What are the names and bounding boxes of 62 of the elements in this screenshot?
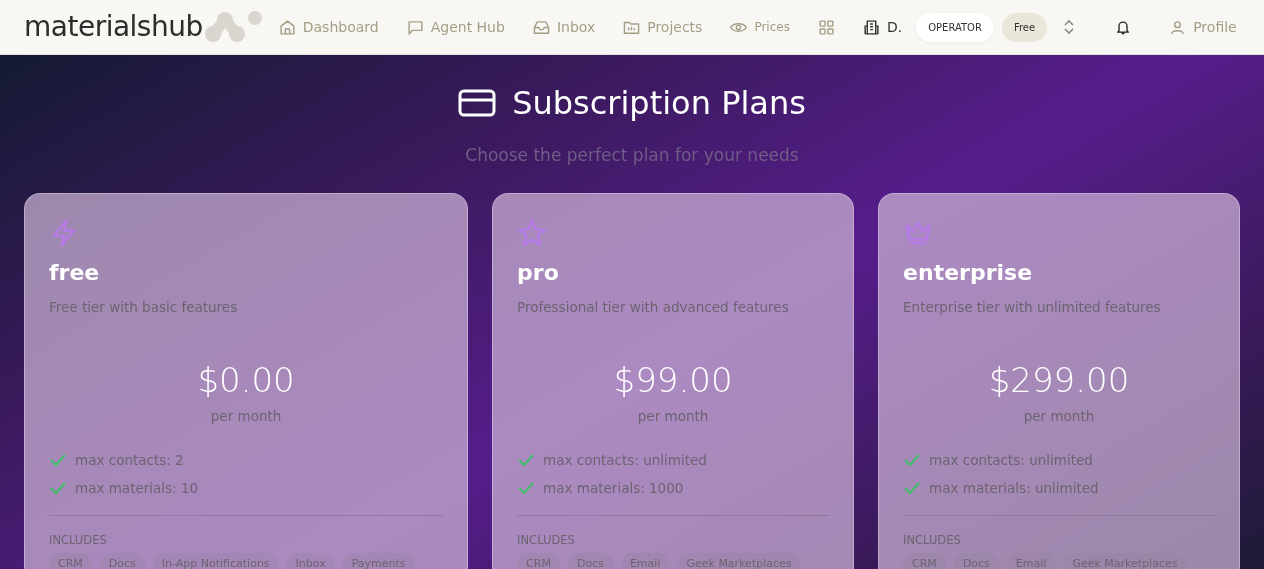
organization-link[interactable]: D. (848, 16, 917, 38)
inbox-icon (532, 18, 550, 36)
plan-description: Professional tier with advanced features (517, 297, 790, 317)
plan-badge[interactable]: Free (1001, 12, 1048, 42)
home-icon (278, 18, 296, 36)
includes-label: INCLUDES (517, 531, 576, 549)
logo-icon (202, 10, 265, 44)
nav-link[interactable]: Dashboard (264, 16, 393, 38)
profile-link[interactable]: Profile (1155, 16, 1251, 38)
nav-link[interactable]: Prices (716, 18, 804, 36)
plan-name: enterprise (903, 258, 1034, 287)
plan-name: pro (517, 258, 560, 287)
plan-price: $99.00 (612, 358, 734, 402)
feature-tag: Docs (99, 552, 145, 569)
price-period: per month (209, 406, 283, 426)
building-icon (862, 18, 880, 36)
feature-tag: Inbox (286, 552, 335, 569)
check-icon (903, 453, 922, 468)
role-badge[interactable]: OPERATOR (916, 12, 994, 42)
price-period: per month (636, 406, 710, 426)
feature-tag: CRM (49, 552, 92, 569)
check-icon (49, 481, 67, 496)
limit-text: max materials: 1000 (543, 479, 684, 499)
limit-text: max materials: 10 (75, 479, 199, 499)
feature-tag: Geek Marketplaces (1063, 552, 1187, 569)
limit-text: max contacts: unlimited (929, 451, 1093, 470)
brand-name: materialshub (24, 9, 203, 45)
chat-icon (406, 18, 424, 36)
check-icon (49, 453, 67, 468)
check-icon (517, 453, 536, 468)
includes-label: INCLUDES (49, 531, 108, 549)
check-icon (517, 481, 536, 496)
feature-tag: Geek Marketplaces (677, 552, 801, 569)
grid-icon (817, 18, 835, 36)
limit-text: max contacts: 2 (75, 451, 184, 470)
check-icon (903, 481, 922, 496)
plan-price: $0.00 (196, 358, 296, 402)
includes-label: INCLUDES (903, 531, 962, 549)
credit-card-icon (458, 89, 497, 117)
limit-text: max materials: unlimited (929, 479, 1099, 499)
nav-link[interactable]: Projects (609, 16, 717, 38)
price-period: per month (1022, 406, 1096, 426)
feature-tag: Email (620, 552, 670, 569)
star-icon (517, 217, 548, 248)
limit-text: max contacts: unlimited (543, 451, 707, 470)
plan-price: $299.00 (987, 358, 1131, 402)
feature-tag: CRM (517, 552, 560, 569)
plan-description: Free tier with basic features (49, 297, 239, 317)
plan-description: Enterprise tier with unlimited features (903, 297, 1162, 317)
feature-tag: Docs (567, 552, 613, 569)
page-title: Subscription Plans (512, 83, 806, 124)
feature-tag: Payments (342, 552, 415, 569)
feature-tag: CRM (903, 552, 946, 569)
page-subtitle: Choose the perfect plan for your needs (464, 144, 800, 167)
feature-tag: Docs (953, 552, 999, 569)
user-icon (1169, 18, 1187, 36)
feature-tag: In-App Notifications (152, 552, 279, 569)
feature-tag: Email (1006, 552, 1056, 569)
nav-link[interactable]: Inbox (518, 16, 610, 38)
chevron-up-down-icon[interactable] (1063, 19, 1076, 35)
nav-link[interactable]: Agent Hub (392, 16, 519, 38)
plan-name: free (49, 258, 101, 287)
